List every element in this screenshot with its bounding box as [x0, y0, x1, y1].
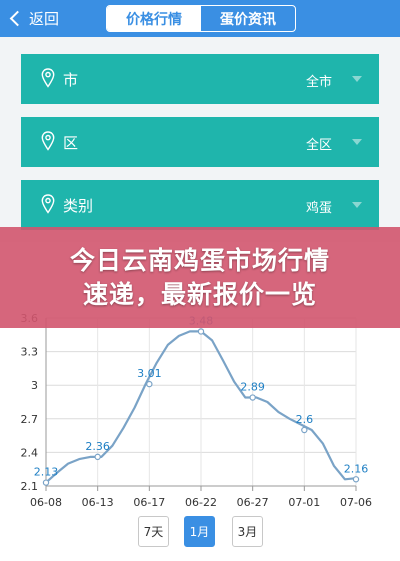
- district-filter-value: 全区: [305, 138, 332, 153]
- data-point: [197, 328, 205, 335]
- category-filter-label: 类别: [63, 197, 94, 215]
- data-point: [94, 453, 101, 461]
- range-selector: 7天 1月 3月: [0, 516, 400, 548]
- x-tick-label: 06-17: [133, 496, 165, 509]
- district-filter[interactable]: 区 全区: [21, 117, 379, 167]
- location-pin-icon: [41, 131, 55, 151]
- city-filter-label: 市: [63, 71, 79, 89]
- tab-egg-price-news[interactable]: 蛋价资讯: [201, 6, 295, 31]
- district-filter-label: 区: [63, 134, 79, 152]
- price-chart: 2.12.42.733.33.606-0806-1306-1706-2206-2…: [0, 300, 400, 520]
- data-label: 2.13: [34, 466, 59, 479]
- data-label: 2.16: [344, 462, 369, 475]
- dropdown-caret-icon: [352, 139, 362, 145]
- data-point: [146, 380, 153, 388]
- location-pin-icon: [41, 68, 55, 88]
- x-tick-label: 06-13: [82, 496, 114, 509]
- y-tick-label: 3.3: [21, 346, 39, 359]
- y-tick-label: 2.4: [21, 446, 39, 459]
- x-tick-label: 07-01: [288, 496, 320, 509]
- x-tick-label: 06-22: [185, 496, 217, 509]
- x-tick-label: 07-06: [340, 496, 372, 509]
- range-1-month-button[interactable]: 1月: [184, 516, 215, 547]
- location-pin-icon: [41, 194, 55, 214]
- data-point: [42, 479, 50, 486]
- city-filter[interactable]: 市 全市: [21, 54, 379, 104]
- price-line-chart: 2.12.42.733.33.606-0806-1306-1706-2206-2…: [21, 312, 372, 509]
- data-point: [249, 394, 256, 401]
- back-label: 返回: [29, 9, 60, 28]
- dropdown-caret-icon: [352, 202, 362, 208]
- x-tick-label: 06-08: [30, 496, 62, 509]
- category-filter-value: 鸡蛋: [305, 201, 332, 216]
- banner-line-1: 今日云南鸡蛋市场行情: [69, 245, 330, 275]
- y-tick-label: 2.7: [21, 413, 39, 426]
- data-label: 2.6: [296, 413, 314, 426]
- data-label: 2.89: [240, 381, 265, 394]
- filter-panel: 市 全市 区 全区 类别 鸡蛋: [0, 37, 400, 242]
- back-arrow-icon: [9, 10, 26, 26]
- category-filter[interactable]: 类别 鸡蛋: [21, 180, 379, 230]
- page: 返回 价格行情 蛋价资讯 市 全市 区 全区 类别 鸡蛋 2.1 2.4 2.7…: [0, 0, 400, 561]
- headline-banner: 今日云南鸡蛋市场行情 速递，最新报价一览: [0, 227, 400, 328]
- data-label: 3.01: [137, 367, 162, 380]
- data-point: [301, 426, 308, 434]
- top-navigation-bar: 返回 价格行情 蛋价资讯: [0, 0, 400, 37]
- data-point: [352, 476, 360, 483]
- y-tick-label: 3: [31, 379, 38, 392]
- tab-price-market[interactable]: 价格行情: [107, 6, 201, 31]
- range-3-months-button[interactable]: 3月: [232, 516, 263, 547]
- back-button[interactable]: 返回: [8, 7, 59, 29]
- range-7-days-button[interactable]: 7天: [138, 516, 169, 547]
- y-tick-label: 2.1: [21, 480, 39, 493]
- city-filter-value: 全市: [305, 75, 332, 90]
- x-tick-label: 06-27: [237, 496, 269, 509]
- segmented-tabs: 价格行情 蛋价资讯: [106, 5, 296, 32]
- dropdown-caret-icon: [352, 76, 362, 82]
- data-label: 2.36: [85, 440, 110, 453]
- banner-line-2: 速递，最新报价一览: [82, 279, 317, 309]
